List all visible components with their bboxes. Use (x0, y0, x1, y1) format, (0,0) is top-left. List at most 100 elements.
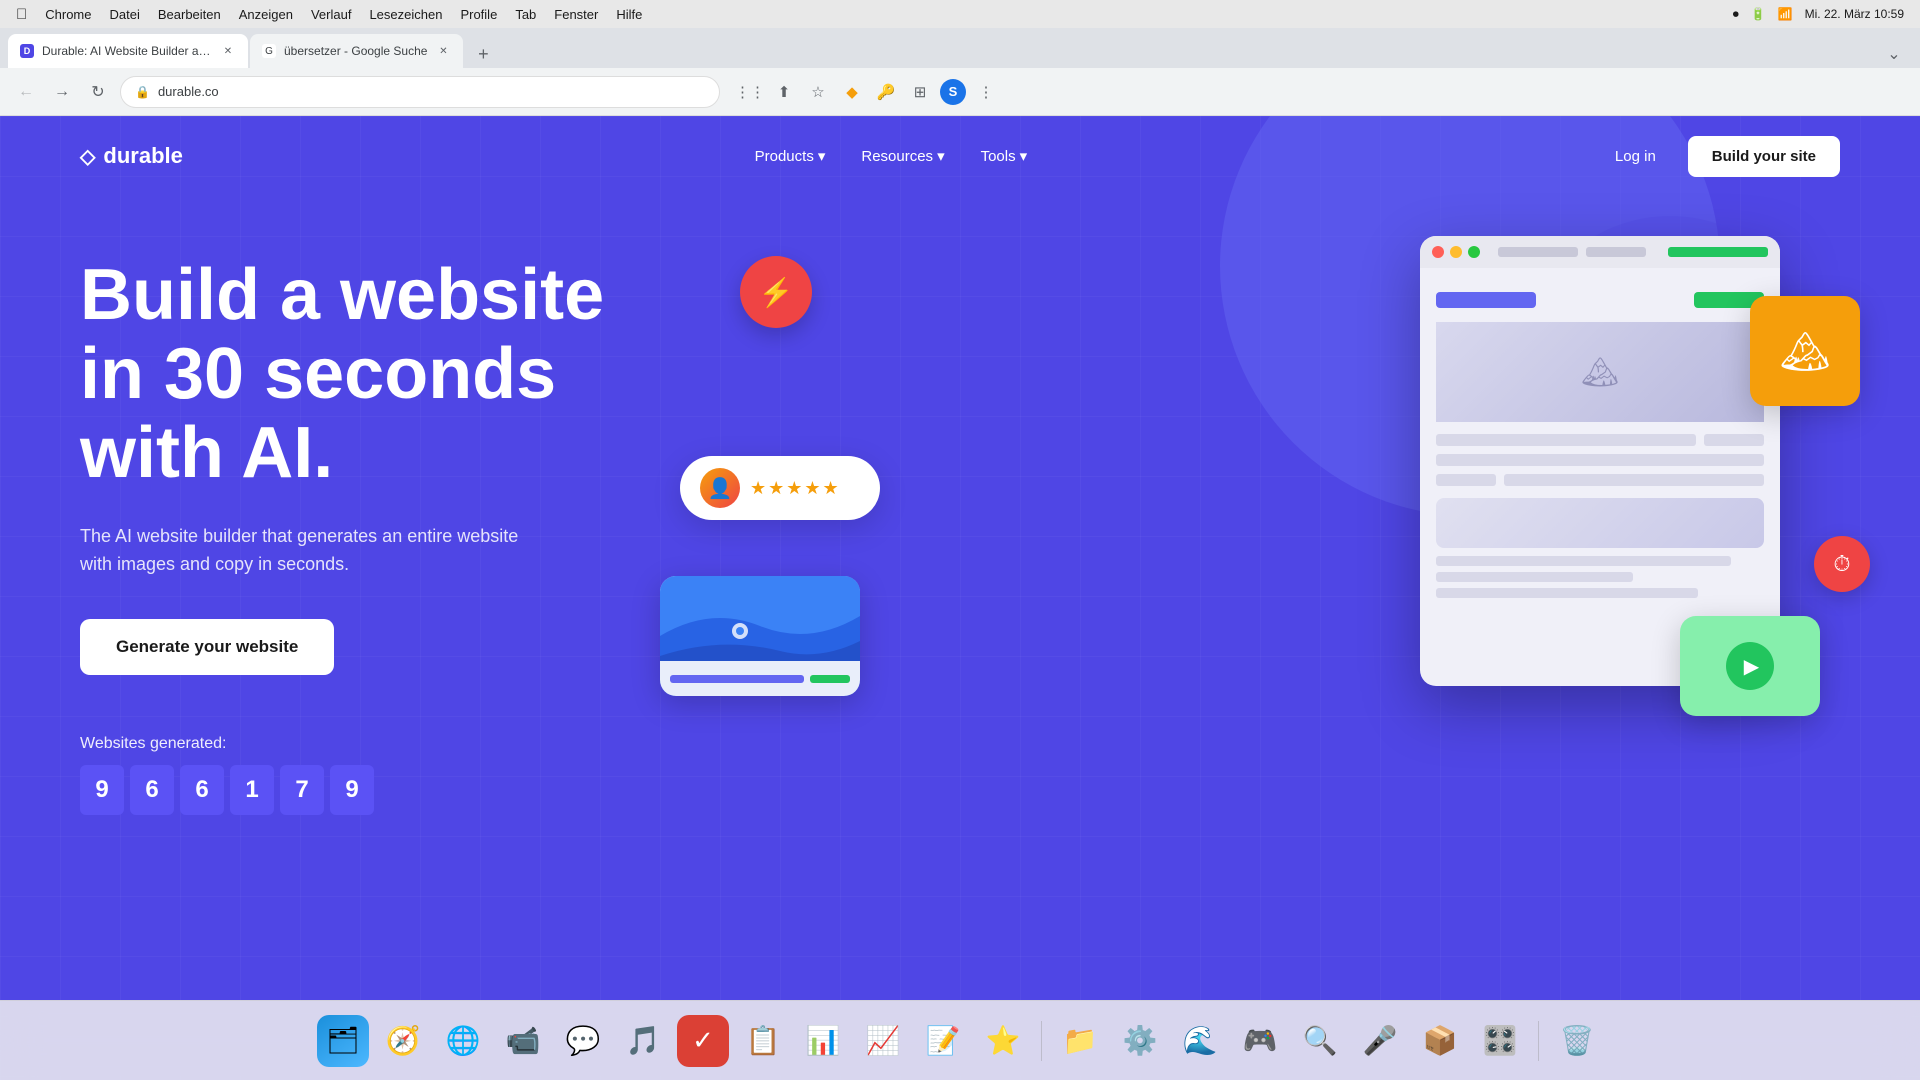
mockup-line3 (1436, 454, 1764, 466)
mockup-line4 (1436, 474, 1496, 486)
tab-close-google[interactable]: ✕ (435, 43, 451, 59)
nav-resources-label: Resources (861, 148, 933, 165)
digit-1: 6 (130, 765, 174, 815)
nav-tools[interactable]: Tools ▾ (967, 139, 1042, 173)
menu-bearbeiten[interactable]: Bearbeiten (158, 7, 221, 22)
dock-powerpoint[interactable]: 📈 (857, 1015, 909, 1067)
dock-todoist[interactable]: ✓ (677, 1015, 729, 1067)
site-logo[interactable]: ◇ durable (80, 143, 183, 169)
mockup-content: 🏔 (1420, 268, 1780, 614)
hero-title-line1: Build a website (80, 256, 660, 335)
chrome-profile-avatar[interactable]: S (940, 79, 966, 105)
generate-website-button[interactable]: Generate your website (80, 619, 334, 675)
digit-2: 6 (180, 765, 224, 815)
tab-expand-button[interactable]: ⌄ (1880, 40, 1908, 68)
float-card-timer: ⏱ (1814, 536, 1870, 592)
dock-controls[interactable]: 🎛️ (1474, 1015, 1526, 1067)
profiles-icon[interactable]: ⊞ (906, 78, 934, 106)
website-content: ◇ durable Products ▾ Resources ▾ Tools ▾… (0, 116, 1920, 1080)
extensions-icon[interactable]: ◆ (838, 78, 866, 106)
menu-anzeigen[interactable]: Anzeigen (239, 7, 293, 22)
menu-verlauf[interactable]: Verlauf (311, 7, 351, 22)
float-card-bolt: ⚡ (740, 256, 812, 328)
menu-fenster[interactable]: Fenster (554, 7, 598, 22)
tab-title-durable: Durable: AI Website Builder an... (42, 44, 212, 58)
dock-zoom[interactable]: 📹 (497, 1015, 549, 1067)
hero-title-line3: with AI. (80, 414, 660, 493)
mountain-icon: 🏔 (1780, 328, 1831, 375)
dock-chrome[interactable]: 🌐 (437, 1015, 489, 1067)
apple-logo[interactable]:  (16, 6, 27, 23)
menu-chrome[interactable]: Chrome (45, 7, 91, 22)
dock-discord[interactable]: 🎮 (1234, 1015, 1286, 1067)
mockup-bar-1 (1498, 247, 1578, 257)
dock-excel[interactable]: 📊 (797, 1015, 849, 1067)
more-options-icon[interactable]: ⋮ (972, 78, 1000, 106)
tab-google[interactable]: G übersetzer - Google Suche ✕ (250, 34, 463, 68)
mockup-bar-3 (1668, 247, 1768, 257)
tab-title-google: übersetzer - Google Suche (284, 44, 427, 58)
back-button[interactable]: ← (12, 78, 40, 106)
map-bar (670, 675, 804, 683)
reload-button[interactable]: ↻ (84, 78, 112, 106)
new-tab-button[interactable]: + (469, 40, 497, 68)
mockup-bottom-image (1436, 498, 1764, 548)
tab-favicon-google: G (262, 44, 276, 58)
nav-products-label: Products (755, 148, 814, 165)
mockup-dot-red (1432, 246, 1444, 258)
share-icon[interactable]: ⬆ (770, 78, 798, 106)
mockup-line5 (1504, 474, 1764, 486)
menu-hilfe[interactable]: Hilfe (616, 7, 642, 22)
menu-profile[interactable]: Profile (460, 7, 497, 22)
dock-separator (1041, 1021, 1042, 1061)
resources-chevron-icon: ▾ (937, 147, 945, 165)
timer-icon: ⏱ (1833, 551, 1850, 577)
mockup-small-line2 (1436, 572, 1633, 582)
bookmark-icon[interactable]: ☆ (804, 78, 832, 106)
login-button[interactable]: Log in (1599, 140, 1672, 173)
tools-chevron-icon: ▾ (1020, 147, 1028, 165)
float-card-video: ▶ (1680, 616, 1820, 716)
dock-trello[interactable]: 📋 (737, 1015, 789, 1067)
tab-durable[interactable]: D Durable: AI Website Builder an... ✕ (8, 34, 248, 68)
float-card-image: 🏔 (1750, 296, 1860, 406)
google-apps-icon[interactable]: ⋮⋮ (736, 78, 764, 106)
menu-datei[interactable]: Datei (110, 7, 140, 22)
dock-spotify[interactable]: 🎵 (617, 1015, 669, 1067)
digit-0: 9 (80, 765, 124, 815)
dock-reeder[interactable]: ⭐ (977, 1015, 1029, 1067)
bolt-icon: ⚡ (759, 276, 794, 309)
nav-products[interactable]: Products ▾ (741, 139, 840, 173)
map-image (660, 576, 860, 696)
password-icon[interactable]: 🔑 (872, 78, 900, 106)
dock-finder[interactable]: 🗂 (317, 1015, 369, 1067)
dock-whatsapp[interactable]: 💬 (557, 1015, 609, 1067)
websites-generated-counter: Websites generated: 9 6 6 1 7 9 (80, 735, 660, 815)
menu-lesezeichen[interactable]: Lesezeichen (369, 7, 442, 22)
wifi-icon: 📶 (1778, 7, 1793, 21)
hero-title: Build a website in 30 seconds with AI. (80, 256, 660, 494)
menu-tab[interactable]: Tab (515, 7, 536, 22)
dock-arc[interactable]: 🌊 (1174, 1015, 1226, 1067)
mockup-title-bars (1498, 247, 1768, 257)
play-button[interactable]: ▶ (1726, 642, 1774, 690)
tab-close-durable[interactable]: ✕ (220, 43, 236, 59)
menubar-left:  Chrome Datei Bearbeiten Anzeigen Verla… (16, 6, 642, 23)
mockup-titlebar (1420, 236, 1780, 268)
dock-quicksilver[interactable]: 🔍 (1294, 1015, 1346, 1067)
dock-safari[interactable]: 🧭 (377, 1015, 429, 1067)
mockup-small-line3 (1436, 588, 1698, 598)
browser-window: D Durable: AI Website Builder an... ✕ G … (0, 28, 1920, 1080)
dock-system-prefs[interactable]: ⚙️ (1114, 1015, 1166, 1067)
dock-waveform[interactable]: 🎤 (1354, 1015, 1406, 1067)
dock-drive[interactable]: 📁 (1054, 1015, 1106, 1067)
mockup-line1 (1436, 434, 1696, 446)
forward-button[interactable]: → (48, 78, 76, 106)
dock-word[interactable]: 📝 (917, 1015, 969, 1067)
dock-airdrop[interactable]: 📦 (1414, 1015, 1466, 1067)
dock-trash[interactable]: 🗑️ (1551, 1015, 1603, 1067)
build-site-button[interactable]: Build your site (1688, 136, 1840, 177)
nav-resources[interactable]: Resources ▾ (847, 139, 958, 173)
url-bar[interactable]: 🔒 durable.co (120, 76, 720, 108)
float-card-map (660, 576, 860, 696)
